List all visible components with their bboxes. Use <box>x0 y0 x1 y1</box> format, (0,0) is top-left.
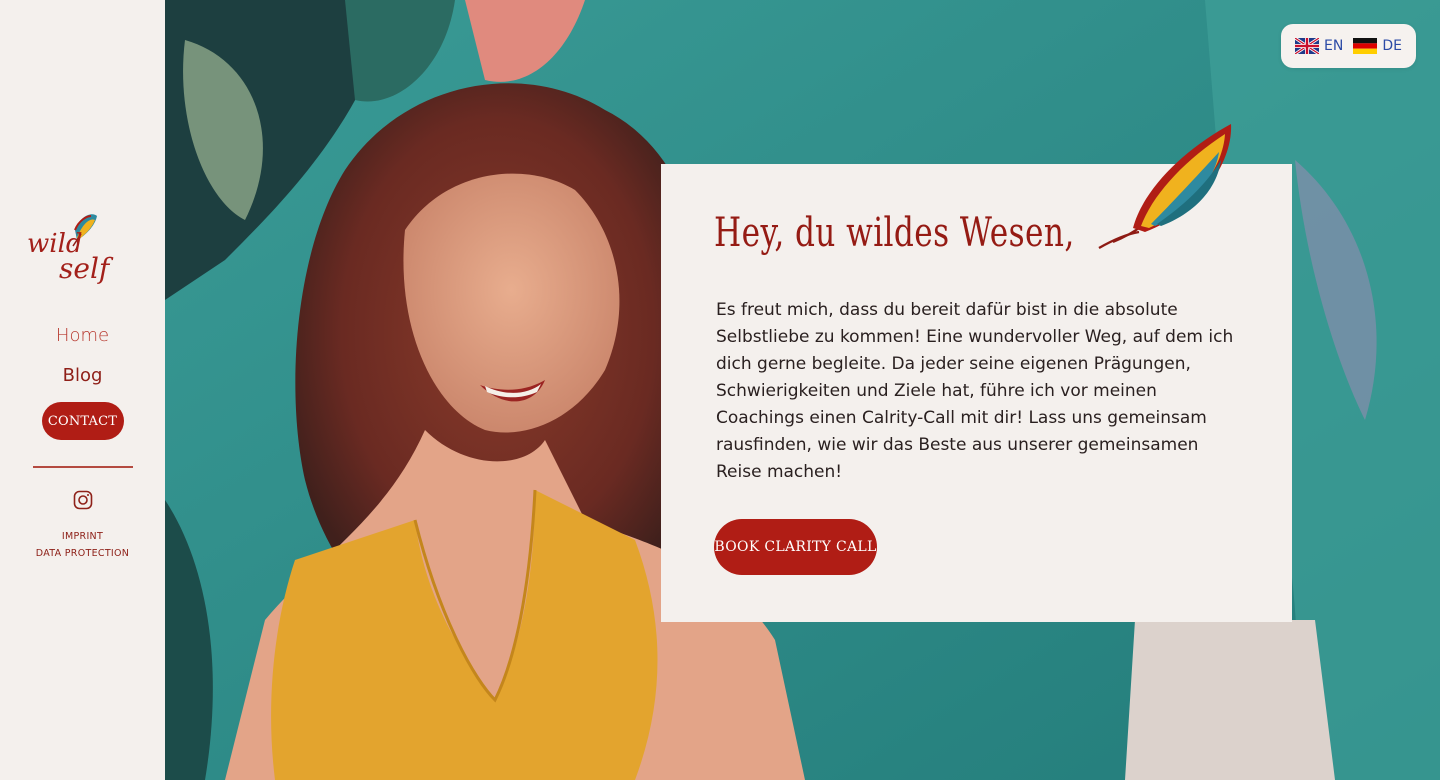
welcome-body: Es freut mich, dass du bereit dafür bist… <box>716 300 1234 482</box>
welcome-card: Hey, du wildes Wesen, Es freut mich, das… <box>661 124 1292 622</box>
book-clarity-call-button[interactable]: BOOK CLARITY CALL <box>714 519 877 575</box>
uk-flag-icon <box>1295 38 1320 54</box>
feather-icon <box>1098 124 1232 250</box>
lang-option-en[interactable]: EN <box>1295 38 1343 54</box>
main-nav: Home Blog CONTACT <box>41 324 124 440</box>
wild-self-logo[interactable]: wild self <box>25 212 141 284</box>
imprint-link[interactable]: IMPRINT <box>62 528 103 545</box>
nav-blog-link[interactable]: Blog <box>63 364 103 388</box>
contact-button[interactable]: CONTACT <box>41 402 124 440</box>
lang-label-en: EN <box>1324 38 1344 54</box>
sidebar: wild self Home Blog CONTACT IMPRINT DATA… <box>0 0 165 780</box>
sidebar-divider <box>32 466 133 468</box>
lang-label-de: DE <box>1382 38 1402 54</box>
svg-text:self: self <box>59 252 114 284</box>
data-protection-link[interactable]: DATA PROTECTION <box>36 545 129 562</box>
footer-links: IMPRINT DATA PROTECTION <box>36 528 129 562</box>
lang-option-de[interactable]: DE <box>1353 38 1402 54</box>
nav-home-link[interactable]: Home <box>56 324 109 348</box>
welcome-heading: Hey, du wildes Wesen, <box>714 210 1075 256</box>
language-switcher: EN DE <box>1281 24 1416 68</box>
instagram-icon[interactable] <box>73 490 93 510</box>
germany-flag-icon <box>1353 38 1378 54</box>
